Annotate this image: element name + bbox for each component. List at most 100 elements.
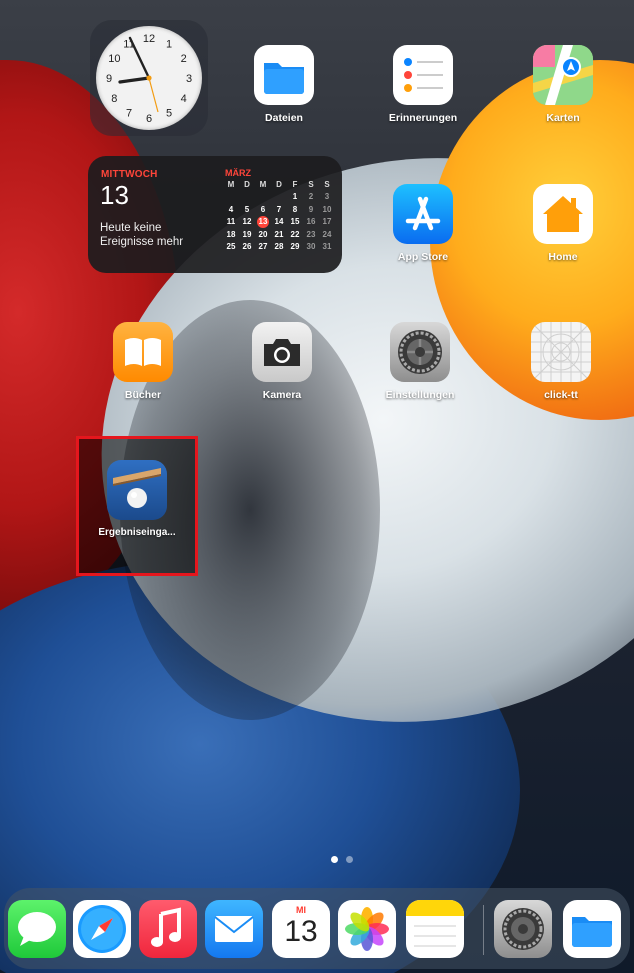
clock-number: 5 xyxy=(166,108,172,120)
ipad-home-screen: 12 1 2 3 4 5 6 7 8 9 10 11 MITTWOCH 13 Heute keine … xyxy=(0,0,634,973)
calendar-day-header: S xyxy=(308,180,314,189)
calendar-icon[interactable]: MI 13 xyxy=(272,900,330,958)
calendar-day-cell: 9 xyxy=(308,204,314,214)
calendar-widget[interactable]: MITTWOCH 13 Heute keine Ereignisse mehr … xyxy=(88,156,342,273)
page-dot[interactable] xyxy=(331,856,338,863)
calendar-day-header: D xyxy=(276,180,282,189)
app-karten[interactable]: Karten xyxy=(513,45,613,124)
app-label: Bücher xyxy=(124,389,162,401)
clock-number: 6 xyxy=(146,113,152,125)
calendar-day-cell: 24 xyxy=(322,229,332,239)
calendar-week-row: 18 19 20 21 22 23 24 xyxy=(223,229,335,241)
clock-face: 12 1 2 3 4 5 6 7 8 9 10 11 xyxy=(96,26,202,130)
clock-number: 8 xyxy=(111,93,117,105)
messages-icon[interactable] xyxy=(8,900,66,958)
app-ergebniseingabe[interactable]: Ergebniseinga... xyxy=(87,460,187,538)
calendar-day-cell: 29 xyxy=(290,241,300,251)
calendar-day-cell: 25 xyxy=(226,241,236,251)
dock-calendar-weekday: MI xyxy=(296,905,306,915)
calendar-month-grid: M D M D F S S 1 2 3 4 5 6 7 8 9 10 11 12 13 14 15 16 17 18 19 20 21… xyxy=(223,179,335,253)
reminders-icon xyxy=(393,45,453,105)
clock-number: 1 xyxy=(166,38,172,50)
calendar-day-cell: 27 xyxy=(258,241,268,251)
calendar-header-row: MDMDFSS xyxy=(223,179,335,191)
app-buecher[interactable]: Bücher xyxy=(93,322,193,401)
clock-number: 3 xyxy=(186,73,192,85)
app-einstellungen[interactable]: Einstellungen xyxy=(370,322,470,401)
home-icon xyxy=(533,184,593,244)
music-icon[interactable] xyxy=(139,900,197,958)
camera-icon xyxy=(252,322,312,382)
calendar-day-cell: 19 xyxy=(242,229,252,239)
calendar-no-events: Heute keine Ereignisse mehr xyxy=(100,222,184,248)
calendar-day-cell: 20 xyxy=(258,229,268,239)
calendar-month: MÄRZ xyxy=(225,168,251,178)
table-tennis-icon xyxy=(107,460,167,520)
calendar-day-header: M xyxy=(227,180,235,189)
clock-number: 10 xyxy=(108,53,120,65)
calendar-day-cell: 28 xyxy=(274,241,284,251)
app-home[interactable]: Home xyxy=(513,184,613,263)
calendar-day-header: S xyxy=(324,180,330,189)
calendar-day-cell: 15 xyxy=(290,217,300,227)
calendar-day-cell: 26 xyxy=(242,241,252,251)
calendar-day-cell: 31 xyxy=(322,241,332,251)
calendar-day-cell: 2 xyxy=(308,192,314,202)
calendar-week-row: 123 xyxy=(223,191,335,203)
clock-widget[interactable]: 12 1 2 3 4 5 6 7 8 9 10 11 xyxy=(90,20,208,136)
calendar-day-cell: 6 xyxy=(260,204,266,214)
settings-icon xyxy=(390,322,450,382)
app-label: Karten xyxy=(546,112,580,124)
calendar-day-cell: 3 xyxy=(324,192,330,202)
clock-number: 2 xyxy=(181,53,187,65)
maps-icon xyxy=(533,45,593,105)
calendar-day-cell xyxy=(223,191,239,203)
calendar-day-header: D xyxy=(244,180,250,189)
calendar-day-cell: 16 xyxy=(306,217,316,227)
calendar-week-row: 4 5 6 7 8 9 10 xyxy=(223,204,335,216)
calendar-day-cell: 4 xyxy=(228,204,234,214)
files-icon[interactable] xyxy=(563,900,621,958)
calendar-date: 13 xyxy=(100,180,129,210)
dock-separator xyxy=(483,905,484,955)
photos-icon[interactable] xyxy=(338,900,396,958)
calendar-day-cell: 5 xyxy=(244,204,250,214)
app-dateien[interactable]: Dateien xyxy=(234,45,334,124)
dock-calendar-date: 13 xyxy=(284,915,318,948)
app-kamera[interactable]: Kamera xyxy=(232,322,332,401)
app-label: Dateien xyxy=(265,112,303,124)
calendar-day-cell xyxy=(255,191,271,203)
calendar-day-cell: 11 xyxy=(226,217,236,227)
calendar-day-cell xyxy=(239,191,255,203)
app-label: Ergebniseinga... xyxy=(98,527,176,538)
page-indicator[interactable] xyxy=(331,856,353,863)
app-erinnerungen[interactable]: Erinnerungen xyxy=(373,45,473,124)
clock-number: 4 xyxy=(181,93,187,105)
app-app-store[interactable]: App Store xyxy=(373,184,473,263)
calendar-day-cell: 13 xyxy=(257,216,269,229)
calendar-day-cell: 14 xyxy=(274,217,284,227)
mail-icon[interactable] xyxy=(205,900,263,958)
app-label: App Store xyxy=(397,251,449,263)
calendar-week-row: 11 12 13 14 15 16 17 xyxy=(223,216,335,229)
safari-icon[interactable] xyxy=(73,900,131,958)
books-icon xyxy=(113,322,173,382)
calendar-day-cell: 7 xyxy=(276,204,282,214)
app-label: Kamera xyxy=(262,389,302,401)
app-label: Einstellungen xyxy=(385,389,455,401)
calendar-day-cell: 23 xyxy=(306,229,316,239)
calendar-day-cell: 21 xyxy=(274,229,284,239)
app-label: Erinnerungen xyxy=(388,112,458,124)
calendar-day-cell: 1 xyxy=(292,192,298,202)
files-icon xyxy=(254,45,314,105)
clock-number: 7 xyxy=(126,108,132,120)
calendar-weekday: MITTWOCH xyxy=(101,169,158,180)
calendar-day-cell: 18 xyxy=(226,229,236,239)
app-click-tt[interactable]: click-tt xyxy=(511,322,611,401)
page-dot[interactable] xyxy=(346,856,353,863)
calendar-day-cell xyxy=(271,191,287,203)
calendar-day-cell: 22 xyxy=(290,229,300,239)
notes-icon[interactable] xyxy=(406,900,464,958)
app-label: click-tt xyxy=(544,389,578,401)
settings-icon[interactable] xyxy=(494,900,552,958)
